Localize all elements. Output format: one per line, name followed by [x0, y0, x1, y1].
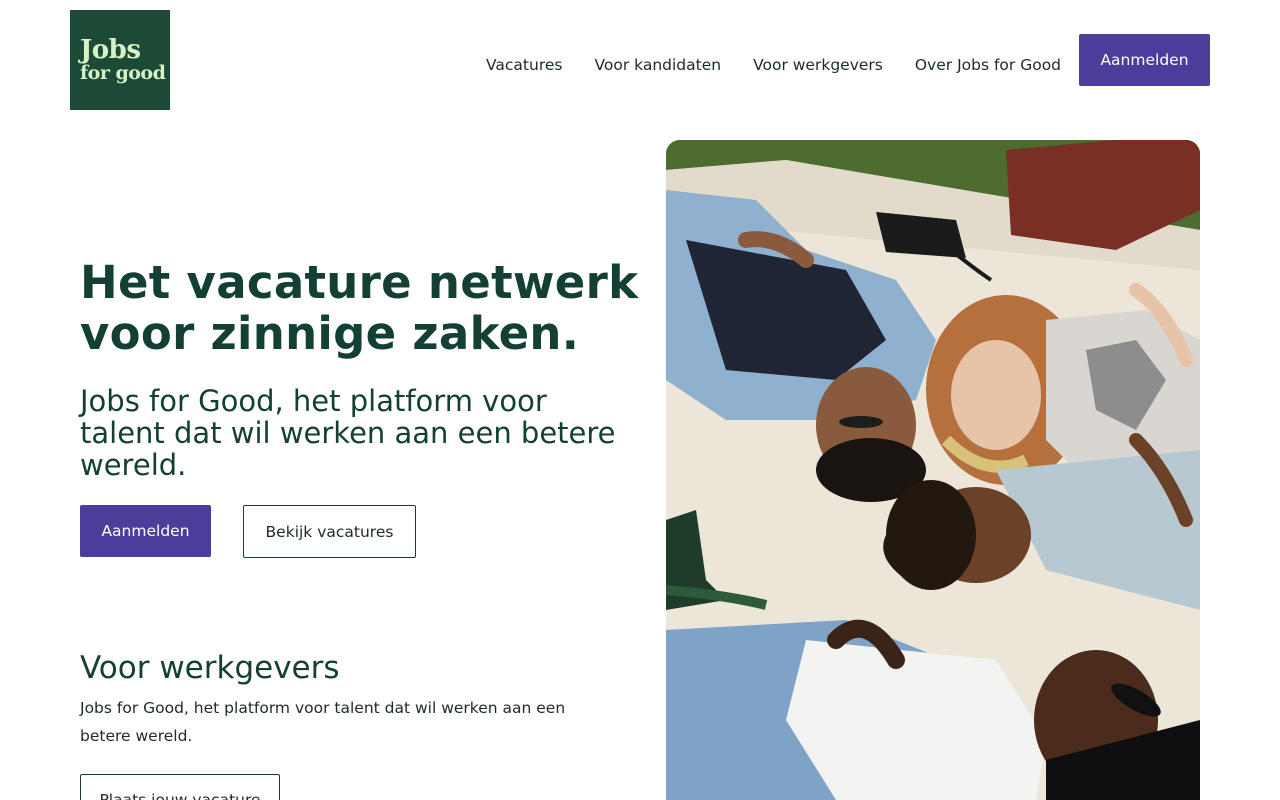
- nav-item-voor-werkgevers[interactable]: Voor werkgevers: [753, 56, 883, 74]
- hero-signup-button[interactable]: Aanmelden: [80, 505, 211, 557]
- hero-subtitle: Jobs for Good, het platform voor talent …: [80, 384, 616, 482]
- hero-photo: [666, 140, 1200, 800]
- nav-item-voor-kandidaten[interactable]: Voor kandidaten: [594, 56, 721, 74]
- post-vacancy-button[interactable]: Plaats jouw vacature: [80, 774, 280, 800]
- employers-title: Voor werkgevers: [80, 650, 340, 686]
- page: Jobs for good Vacatures Voor kandidaten …: [0, 0, 1280, 800]
- hero-title: Het vacature netwerk voor zinnige zaken.: [80, 256, 639, 360]
- logo-line-2: for good: [80, 62, 166, 84]
- view-vacancies-button[interactable]: Bekijk vacatures: [243, 505, 416, 558]
- logo-line-1: Jobs: [80, 35, 141, 65]
- header-signup-button[interactable]: Aanmelden: [1079, 34, 1210, 86]
- employers-body: Jobs for Good, het platform voor talent …: [80, 699, 566, 745]
- nav-item-vacatures[interactable]: Vacatures: [486, 56, 562, 74]
- main-nav: Vacatures Voor kandidaten Voor werkgever…: [486, 56, 1061, 74]
- logo[interactable]: Jobs for good: [70, 10, 170, 110]
- nav-item-over-jobs-for-good[interactable]: Over Jobs for Good: [915, 56, 1061, 74]
